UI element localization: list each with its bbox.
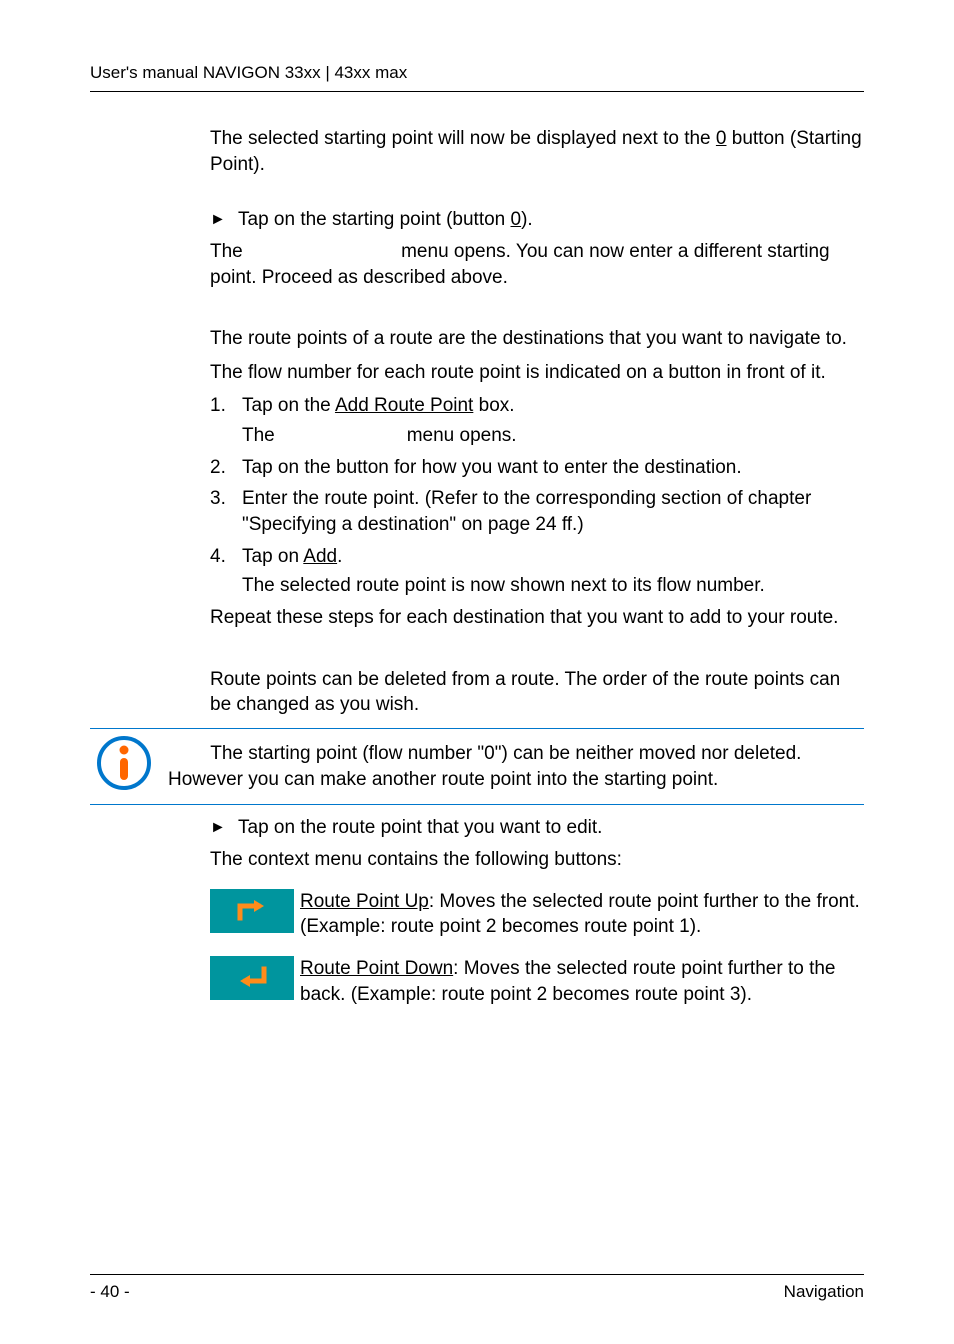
text: . [337, 546, 342, 567]
bullet-marker: ► [210, 207, 238, 231]
header-rule [90, 91, 864, 92]
route-point-up-icon [210, 889, 294, 933]
sub-text: The menu opens. [242, 423, 864, 449]
bullet-item: ► Tap on the starting point (button 0). [210, 207, 864, 233]
add-ref: Add [303, 546, 337, 567]
number-marker: 1. [210, 393, 242, 419]
paragraph: The menu opens. You can now enter a diff… [210, 239, 864, 290]
numbered-text: Tap on the button for how you want to en… [242, 455, 864, 481]
button-ref-0: 0 [716, 128, 727, 149]
route-point-down-ref: Route Point Down [300, 958, 453, 979]
note-block: The starting point (flow number "0") can… [90, 728, 864, 806]
icon-paragraph: Route Point Up: Moves the selected route… [210, 889, 864, 940]
text: Route Point Up: Moves the selected route… [300, 891, 860, 938]
footer: - 40 - Navigation [90, 1274, 864, 1304]
button-ref-0: 0 [511, 209, 522, 230]
numbered-item: 3. Enter the route point. (Refer to the … [210, 486, 864, 537]
paragraph: The context menu contains the following … [210, 847, 864, 873]
bullet-item: ► Tap on the route point that you want t… [210, 815, 864, 841]
text: box. [473, 395, 514, 416]
icon-paragraph: Route Point Down: Moves the selected rou… [210, 956, 864, 1007]
paragraph: Route points can be deleted from a route… [210, 667, 864, 718]
header-title: User's manual NAVIGON 33xx | 43xx max [90, 62, 864, 85]
number-marker: 2. [210, 455, 242, 481]
bullet-text: Tap on the route point that you want to … [238, 815, 864, 841]
page-number: - 40 - [90, 1281, 130, 1304]
route-point-up-ref: Route Point Up [300, 891, 429, 912]
number-marker: 3. [210, 486, 242, 512]
text: Tap on [242, 546, 303, 567]
add-route-point-ref: Add Route Point [335, 395, 473, 416]
text: ). [521, 209, 533, 230]
note-text: The starting point (flow number "0") can… [168, 741, 864, 792]
text: Route Point Down: Moves the selected rou… [300, 958, 836, 1005]
sub-text: The selected route point is now shown ne… [242, 573, 864, 599]
page: User's manual NAVIGON 33xx | 43xx max Th… [0, 0, 954, 1344]
footer-rule [90, 1274, 864, 1275]
number-marker: 4. [210, 544, 242, 570]
text: Tap on the [242, 395, 335, 416]
numbered-item: 2. Tap on the button for how you want to… [210, 455, 864, 481]
numbered-item: 4. Tap on Add. The selected route point … [210, 544, 864, 599]
numbered-text: Tap on Add. The selected route point is … [242, 544, 864, 599]
bullet-text: Tap on the starting point (button 0). [238, 207, 864, 233]
route-point-down-icon [210, 956, 294, 1000]
paragraph: The flow number for each route point is … [210, 360, 864, 386]
text: The selected starting point will now be … [210, 128, 716, 149]
bullet-marker: ► [210, 815, 238, 839]
paragraph: Repeat these steps for each destination … [210, 605, 864, 631]
numbered-item: 1. Tap on the Add Route Point box. The m… [210, 393, 864, 448]
numbered-text: Tap on the Add Route Point box. The menu… [242, 393, 864, 448]
content-area: The selected starting point will now be … [210, 126, 864, 1007]
numbered-text: Enter the route point. (Refer to the cor… [242, 486, 864, 537]
footer-section: Navigation [784, 1281, 864, 1304]
paragraph: The selected starting point will now be … [210, 126, 864, 177]
info-icon [96, 735, 152, 799]
paragraph: The route points of a route are the dest… [210, 326, 864, 352]
text: Tap on the starting point (button [238, 209, 511, 230]
